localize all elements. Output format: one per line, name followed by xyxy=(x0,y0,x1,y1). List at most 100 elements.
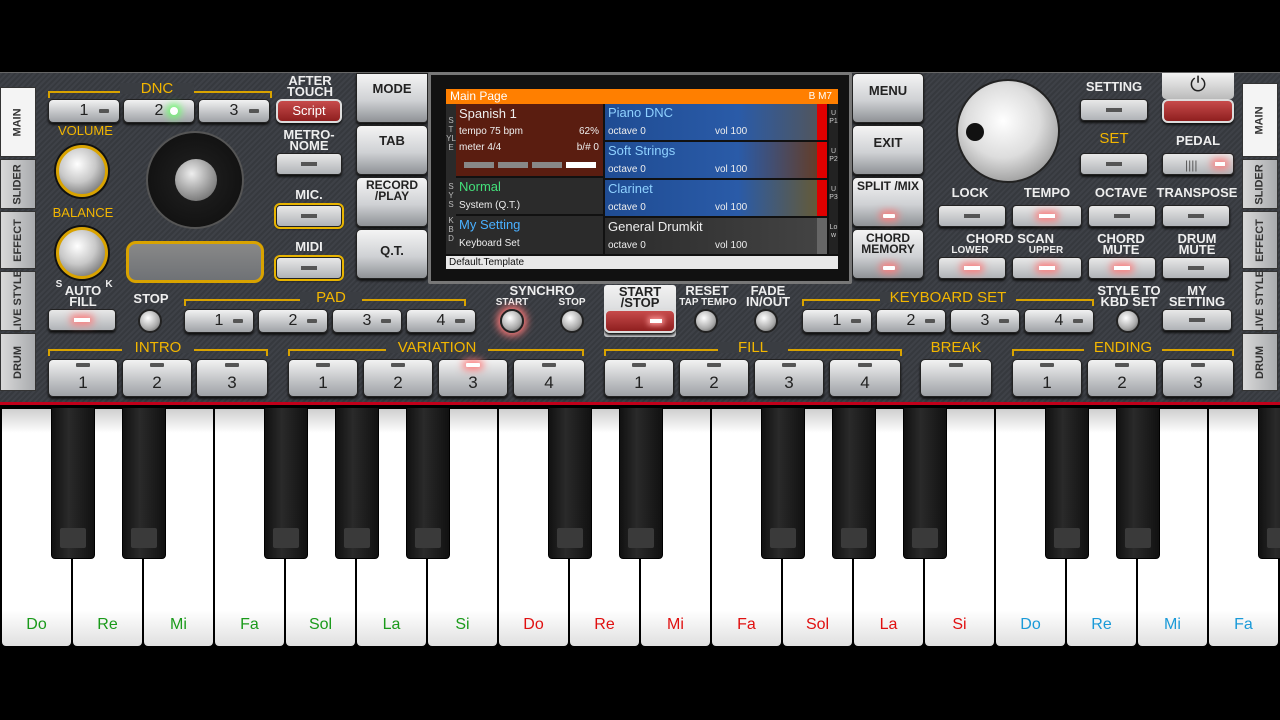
part-mute-tab[interactable] xyxy=(817,142,827,178)
part-low-cell[interactable]: General Drumkit octave 0 vol 100 xyxy=(605,218,827,254)
side-tab-slider-left[interactable]: SLIDER xyxy=(0,159,36,209)
break-button[interactable] xyxy=(920,359,992,397)
balance-knob[interactable] xyxy=(56,227,108,279)
midi-button[interactable] xyxy=(274,255,344,281)
black-key[interactable] xyxy=(406,407,450,559)
auto-fill-button[interactable] xyxy=(48,309,116,331)
black-key[interactable] xyxy=(832,407,876,559)
part-mute-tab[interactable] xyxy=(817,180,827,216)
octave-button[interactable] xyxy=(1088,205,1156,227)
menu-button[interactable]: MENU xyxy=(852,73,924,123)
variation-button-2[interactable]: 2 xyxy=(363,359,433,397)
black-key[interactable] xyxy=(122,407,166,559)
black-key[interactable] xyxy=(903,407,947,559)
lock-button[interactable] xyxy=(938,205,1006,227)
intro-button-2[interactable]: 2 xyxy=(122,359,192,397)
fill-button-3[interactable]: 3 xyxy=(754,359,824,397)
joystick-handle[interactable] xyxy=(175,159,217,201)
ending-button-1[interactable]: 1 xyxy=(1012,359,1082,397)
chord-memory-button[interactable]: CHORD MEMORY xyxy=(852,229,924,279)
variation-button-1[interactable]: 1 xyxy=(288,359,358,397)
ending-button-2[interactable]: 2 xyxy=(1087,359,1157,397)
pad-button-3[interactable]: 3 xyxy=(332,309,402,333)
part-mute-tab[interactable] xyxy=(817,104,827,140)
ending-button-3[interactable]: 3 xyxy=(1162,359,1234,397)
part-mute-tab[interactable] xyxy=(817,218,827,254)
tempo-button[interactable] xyxy=(1012,205,1082,227)
side-tab-slider-right[interactable]: SLIDER xyxy=(1242,159,1278,209)
fill-button-2[interactable]: 2 xyxy=(679,359,749,397)
qt-button[interactable]: Q.T. xyxy=(356,229,428,279)
black-key[interactable] xyxy=(1116,407,1160,559)
part-up1-cell[interactable]: Piano DNC octave 0 vol 100 xyxy=(605,104,827,140)
volume-knob[interactable] xyxy=(56,145,108,197)
fade-knob[interactable] xyxy=(754,309,778,333)
part-up2-cell[interactable]: Soft Strings octave 0 vol 100 xyxy=(605,142,827,178)
side-tab-live-style-left[interactable]: LIVE STYLE xyxy=(0,270,36,332)
kbd-set-button-2[interactable]: 2 xyxy=(876,309,946,333)
kbd-set-button-4[interactable]: 4 xyxy=(1024,309,1094,333)
tab-button[interactable]: TAB xyxy=(356,125,428,175)
black-key[interactable] xyxy=(619,407,663,559)
split-mix-button[interactable]: SPLIT /MIX xyxy=(852,177,924,227)
side-tab-drum-left[interactable]: DRUM xyxy=(0,333,36,391)
setting-button[interactable] xyxy=(1080,99,1148,121)
synchro-start-knob[interactable] xyxy=(500,309,524,333)
transpose-button[interactable] xyxy=(1162,205,1230,227)
script-button[interactable]: Script xyxy=(276,99,342,123)
drum-mute-button[interactable] xyxy=(1162,257,1230,279)
pad-button-1[interactable]: 1 xyxy=(184,309,254,333)
keyboard-set-cell[interactable]: My Setting Keyboard Set xyxy=(456,216,603,254)
style-cell[interactable]: Spanish 1 tempo 75 bpm 62% meter 4/4 b/#… xyxy=(456,104,603,176)
side-tab-main-right[interactable]: MAIN xyxy=(1242,83,1278,157)
variation-button-4[interactable]: 4 xyxy=(513,359,585,397)
mode-button[interactable]: MODE xyxy=(356,73,428,123)
black-key[interactable] xyxy=(335,407,379,559)
kbd-set-button-1[interactable]: 1 xyxy=(802,309,872,333)
fill-button-1[interactable]: 1 xyxy=(604,359,674,397)
style-to-kbd-knob[interactable] xyxy=(1116,309,1140,333)
pad-button-4[interactable]: 4 xyxy=(406,309,476,333)
power-icon[interactable]: ⏻ xyxy=(1162,73,1234,99)
intro-button-1[interactable]: 1 xyxy=(48,359,118,397)
pad-button-2[interactable]: 2 xyxy=(258,309,328,333)
side-tab-main-left[interactable]: MAIN xyxy=(0,87,36,157)
chord-scan-upper-button[interactable] xyxy=(1012,257,1082,279)
synchro-stop-knob[interactable] xyxy=(560,309,584,333)
black-key[interactable] xyxy=(548,407,592,559)
fill-button-4[interactable]: 4 xyxy=(829,359,901,397)
system-cell[interactable]: Normal System (Q.T.) xyxy=(456,178,603,214)
touch-pad[interactable] xyxy=(126,241,264,283)
chord-scan-lower-button[interactable] xyxy=(938,257,1006,279)
dnc-button-1[interactable]: 1 xyxy=(48,99,120,123)
dnc-button-3[interactable]: 3 xyxy=(198,99,270,123)
mic-button[interactable] xyxy=(274,203,344,229)
variation-button-3[interactable]: 3 xyxy=(438,359,508,397)
exit-button[interactable]: EXIT xyxy=(852,125,924,175)
stop-knob[interactable] xyxy=(138,309,162,333)
black-key[interactable] xyxy=(264,407,308,559)
black-key[interactable] xyxy=(761,407,805,559)
intro-button-3[interactable]: 3 xyxy=(196,359,268,397)
kbd-set-button-3[interactable]: 3 xyxy=(950,309,1020,333)
my-setting-button[interactable] xyxy=(1162,309,1232,331)
reset-knob[interactable] xyxy=(694,309,718,333)
black-key[interactable] xyxy=(1045,407,1089,559)
chord-mute-button[interactable] xyxy=(1088,257,1156,279)
dnc-button-2[interactable]: 2 xyxy=(123,99,195,123)
joystick-pad[interactable] xyxy=(146,131,244,229)
pedal-button[interactable]: |||| xyxy=(1162,153,1234,175)
metronome-button[interactable] xyxy=(276,153,342,175)
side-tab-live-style-right[interactable]: LIVE STYLE xyxy=(1242,270,1278,332)
side-tab-effect-right[interactable]: EFFECT xyxy=(1242,211,1278,269)
black-key[interactable] xyxy=(51,407,95,559)
black-key[interactable] xyxy=(1258,407,1280,559)
power-button[interactable] xyxy=(1162,99,1234,123)
side-tab-effect-left[interactable]: EFFECT xyxy=(0,211,36,269)
start-stop-button[interactable] xyxy=(604,309,676,333)
part-up3-cell[interactable]: Clarinet octave 0 vol 100 xyxy=(605,180,827,216)
side-tab-drum-right[interactable]: DRUM xyxy=(1242,333,1278,391)
tempo-dial[interactable] xyxy=(956,79,1060,183)
set-button[interactable] xyxy=(1080,153,1148,175)
record-play-button[interactable]: RECORD /PLAY xyxy=(356,177,428,227)
